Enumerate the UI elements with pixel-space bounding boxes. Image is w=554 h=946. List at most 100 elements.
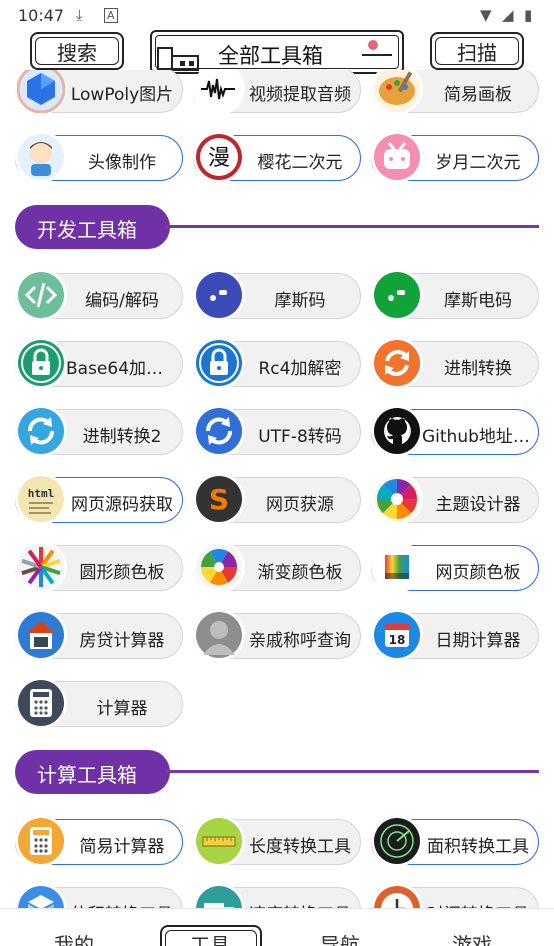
battery-icon: ▮ (524, 6, 533, 24)
tool-item[interactable]: 岁月二次元 (371, 131, 539, 183)
section-title: 计算工具箱 (37, 763, 137, 787)
nav-guide[interactable]: 导航 (320, 929, 360, 946)
page-title-box: 全部工具箱 (150, 30, 404, 74)
svg-text:18: 18 (389, 633, 406, 647)
house-loan-icon (15, 609, 67, 661)
tool-label: 日期计算器 (435, 631, 521, 651)
calculator-icon (15, 677, 67, 729)
tool-label: 头像制作 (88, 153, 156, 173)
tool-label: 编码/解码 (85, 291, 159, 311)
lock-icon (193, 337, 245, 389)
lowpoly-gem-icon (15, 70, 67, 115)
tool-label: 网页源码获取 (71, 495, 173, 515)
tool-label: 摩斯码 (274, 291, 326, 311)
tool-item[interactable]: 速度转换工具 (193, 883, 361, 908)
tool-item[interactable]: 进制转换2 (15, 405, 183, 457)
tool-label: 视频提取音频 (249, 85, 351, 105)
tool-item[interactable]: 体积转换工具 (15, 883, 183, 908)
section-divider (165, 770, 539, 773)
tool-label: 圆形颜色板 (79, 563, 165, 583)
tool-label: 渐变颜色板 (257, 563, 343, 583)
audio-wave-icon (193, 70, 245, 115)
tool-item[interactable]: 渐变颜色板 (193, 541, 361, 593)
sun-icon (368, 40, 378, 50)
search-button[interactable]: 搜索 (30, 32, 124, 70)
tool-item[interactable]: 时间转换工具 (371, 883, 539, 908)
html-icon: html (15, 473, 67, 525)
section-header-dev: 开发工具箱 (15, 205, 539, 249)
tool-label: 面积转换工具 (427, 837, 529, 857)
tool-label: 亲戚称呼查询 (249, 631, 351, 651)
scan-button[interactable]: 扫描 (430, 32, 524, 70)
tool-item[interactable]: Github地址解析 (371, 405, 539, 457)
status-time: 10:47 (18, 6, 65, 25)
tool-item[interactable]: 18 日期计算器 (371, 609, 539, 661)
tool-item[interactable]: html 网页源码获取 (15, 473, 183, 525)
tool-label: Github地址解析 (422, 427, 534, 447)
cube-icon (15, 883, 67, 908)
tool-item[interactable]: 进制转换 (371, 337, 539, 389)
lock-icon (15, 337, 67, 389)
top-bar: 搜索 全部工具箱 扫描 (0, 30, 554, 74)
tool-item[interactable]: 摩斯码 (193, 269, 361, 321)
bottom-nav: 我的 工具 导航 游戏 (0, 908, 554, 946)
tool-label: 时间转换工具 (422, 900, 534, 908)
tool-item[interactable]: 摩斯电码 (371, 269, 539, 321)
tool-label: 速度转换工具 (244, 900, 356, 908)
nav-tools[interactable]: 工具 (190, 929, 230, 946)
person-icon (193, 609, 245, 661)
house-sketch-icon (157, 47, 199, 71)
nav-games[interactable]: 游戏 (452, 929, 492, 946)
tool-item[interactable]: Base64加密码 (15, 337, 183, 389)
tool-item[interactable]: 房贷计算器 (15, 609, 183, 661)
tool-item[interactable]: 视频提取音频 (193, 70, 361, 115)
tool-label: 网页颜色板 (435, 563, 521, 583)
tool-item[interactable]: 计算器 (15, 677, 183, 729)
sync-icon (193, 405, 245, 457)
calculator-icon (15, 815, 67, 867)
tool-label: 简易计算器 (79, 837, 165, 857)
tool-item[interactable]: 漫 樱花二次元 (193, 131, 361, 183)
tool-item[interactable]: 网页颜色板 (371, 541, 539, 593)
tool-item[interactable]: 面积转换工具 (371, 815, 539, 867)
page-title: 全部工具箱 (218, 44, 323, 68)
tool-item[interactable]: 亲戚称呼查询 (193, 609, 361, 661)
tool-item[interactable]: 长度转换工具 (193, 815, 361, 867)
tool-item[interactable]: 简易画板 (371, 70, 539, 115)
tool-item[interactable]: 头像制作 (15, 131, 183, 183)
download-icon: ⤓ (76, 6, 83, 24)
tool-item[interactable]: 简易计算器 (15, 815, 183, 867)
section-header-calc: 计算工具箱 (15, 750, 539, 794)
tool-label: 摩斯电码 (444, 291, 512, 311)
morse-icon (193, 269, 245, 321)
tool-item[interactable]: UTF-8转码 (193, 405, 361, 457)
palette-icon (371, 70, 423, 115)
tool-item[interactable]: 圆形颜色板 (15, 541, 183, 593)
tool-label: 长度转换工具 (249, 837, 351, 857)
code-icon (15, 269, 67, 321)
nav-mine[interactable]: 我的 (54, 929, 94, 946)
manga-icon: 漫 (193, 131, 245, 183)
svg-text:S: S (209, 483, 229, 516)
wifi-icon: ▼ (480, 6, 492, 24)
refresh-icon (371, 337, 423, 389)
tool-item[interactable]: 编码/解码 (15, 269, 183, 321)
tool-item[interactable]: LowPoly图片 (15, 70, 183, 115)
section-title: 开发工具箱 (37, 218, 137, 242)
tool-label: Rc4加解密 (258, 359, 342, 379)
clock-icon (371, 883, 423, 908)
tool-label: 体积转换工具 (66, 900, 178, 908)
tool-label: UTF-8转码 (258, 427, 342, 447)
tool-item[interactable]: Rc4加解密 (193, 337, 361, 389)
ruler-icon (193, 815, 245, 867)
tool-label: 樱花二次元 (257, 153, 343, 173)
signal-icon: ◢ (502, 6, 514, 24)
sync-icon (15, 405, 67, 457)
tool-list[interactable]: LowPoly图片 视频提取音频 简易画板 头像制作 漫 樱花二次元 岁月二次元 开发工具… (0, 70, 554, 908)
tool-label: 进制转换 (444, 359, 512, 379)
spectrum-icon (371, 541, 423, 593)
tool-item[interactable]: S 网页获源 (193, 473, 361, 525)
cloud-line-icon (362, 54, 392, 56)
tool-item[interactable]: 主题设计器 (371, 473, 539, 525)
section-pill: 计算工具箱 (15, 750, 170, 794)
